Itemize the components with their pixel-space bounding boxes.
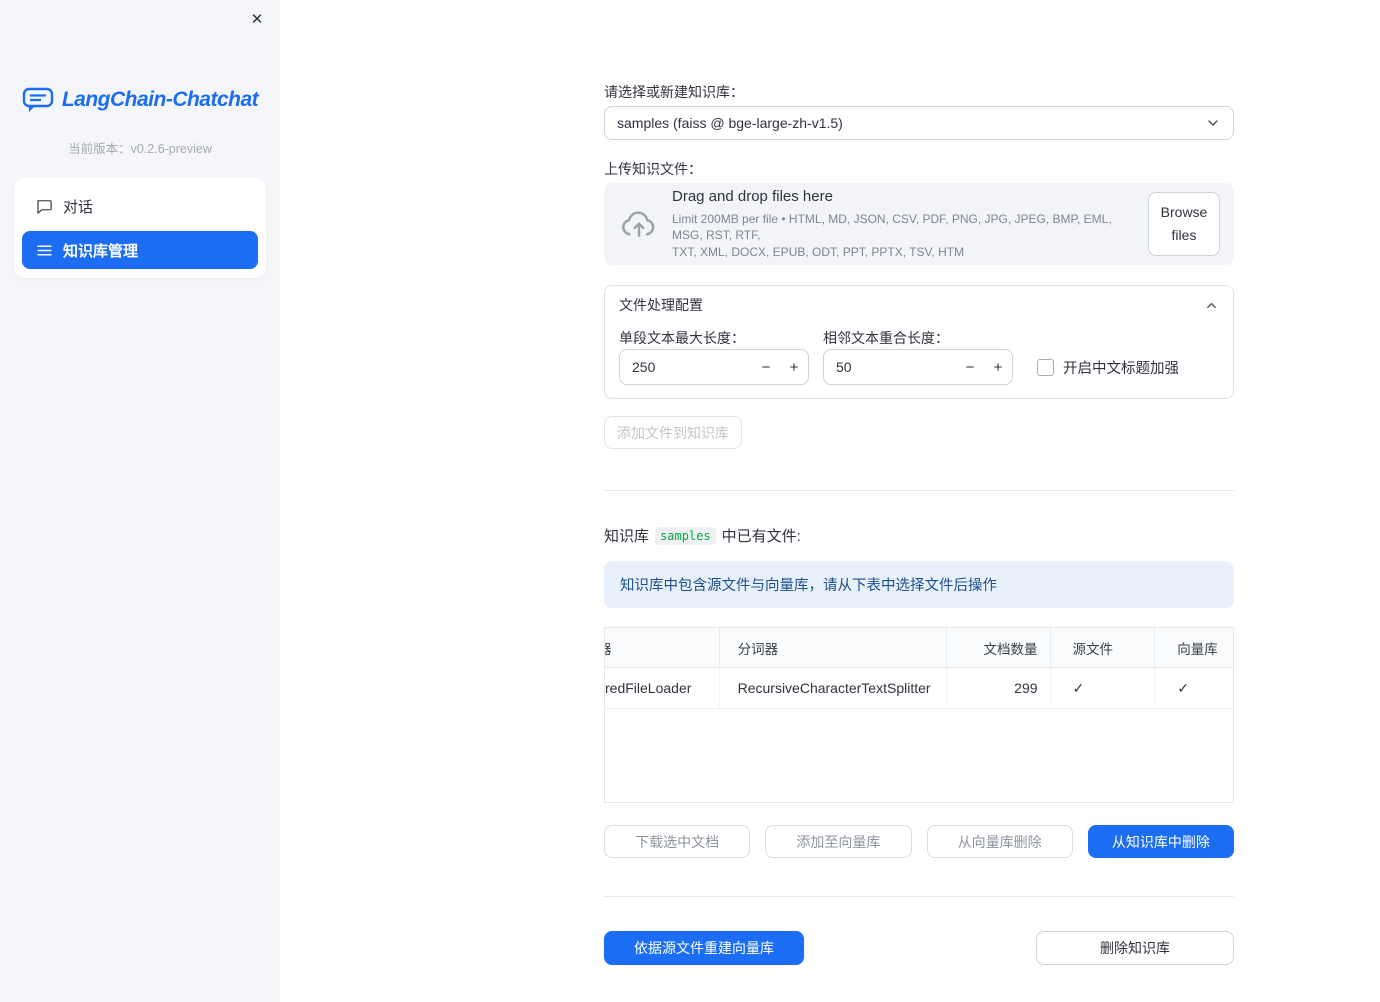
dropzone-texts: Drag and drop files here Limit 200MB per… <box>672 188 1144 260</box>
upload-label: 上传知识文件： <box>604 161 702 177</box>
add-to-vector-store-button[interactable]: 添加至向量库 <box>765 825 912 858</box>
close-icon: ✕ <box>250 11 264 28</box>
max-length-input[interactable]: 250 − + <box>619 349 809 385</box>
version-text: 当前版本：v0.2.6-preview <box>68 142 212 156</box>
cell-source-file-check: ✓ <box>1051 668 1156 708</box>
kb-management-buttons: 依据源文件重建向量库 删除知识库 <box>604 931 1234 965</box>
rebuild-vector-store-button[interactable]: 依据源文件重建向量库 <box>604 931 804 965</box>
decrement-button[interactable]: − <box>956 350 984 384</box>
list-icon <box>35 241 53 259</box>
divider <box>604 896 1234 897</box>
max-length-label: 单段文本最大长度： <box>619 330 745 346</box>
add-files-button[interactable]: 添加文件到知识库 <box>604 416 742 449</box>
main-content: 请选择或新建知识库： samples (faiss @ bge-large-zh… <box>604 0 1234 1002</box>
sidebar-item-knowledge-base[interactable]: 知识库管理 <box>22 231 258 269</box>
cell-doc-count: 299 <box>947 668 1051 708</box>
remove-from-vector-store-button[interactable]: 从向量库删除 <box>926 825 1073 858</box>
sidebar: ✕ LangChain-Chatchat 当前版本：v0.2.6-preview… <box>0 0 280 1002</box>
existing-files-line: 知识库 samples 中已有文件: <box>604 526 801 545</box>
sidebar-item-label: 对话 <box>63 198 94 216</box>
zh-title-enhance-checkbox[interactable] <box>1037 359 1054 376</box>
info-banner: 知识库中包含源文件与向量库，请从下表中选择文件后操作 <box>604 561 1234 608</box>
decrement-button[interactable]: − <box>752 350 780 384</box>
dropzone-limit-text: Limit 200MB per file • HTML, MD, JSON, C… <box>672 212 1112 259</box>
divider <box>604 490 1234 491</box>
table-header-source-file: 源文件 <box>1051 628 1156 667</box>
cell-splitter: RecursiveCharacterTextSplitter <box>720 668 947 708</box>
overlap-input[interactable]: 50 − + <box>823 349 1013 385</box>
increment-button[interactable]: + <box>984 350 1012 384</box>
file-config-expander: 文件处理配置 单段文本最大长度： 相邻文本重合长度： 250 − + 50 − … <box>604 285 1234 399</box>
file-action-buttons: 下载选中文档 添加至向量库 从向量库删除 从知识库中删除 <box>604 825 1234 858</box>
table-header-splitter: 分词器 <box>720 628 947 667</box>
table-row[interactable]: redFileLoader RecursiveCharacterTextSpli… <box>605 668 1233 709</box>
chat-bubble-icon <box>35 197 53 215</box>
browse-files-button[interactable]: Browse files <box>1148 191 1220 257</box>
sidebar-close-button[interactable]: ✕ <box>244 6 270 32</box>
table-header-loader: 器 <box>605 628 720 667</box>
logo-text: LangChain-Chatchat <box>61 88 259 111</box>
download-selected-button[interactable]: 下载选中文档 <box>604 825 751 858</box>
sidebar-item-chat[interactable]: 对话 <box>22 187 258 225</box>
zh-title-enhance-option: 开启中文标题加强 <box>1037 357 1179 378</box>
kb-select-label: 请选择或新建知识库： <box>604 84 744 100</box>
files-table: 器 分词器 文档数量 源文件 向量库 redFileLoader Recursi… <box>604 627 1234 803</box>
sidebar-menu: 对话 知识库管理 <box>14 178 266 278</box>
max-length-value[interactable]: 250 <box>620 359 752 375</box>
expander-header[interactable]: 文件处理配置 <box>605 286 1233 324</box>
zh-title-enhance-label: 开启中文标题加强 <box>1063 361 1179 377</box>
dropzone-title: Drag and drop files here <box>672 188 833 206</box>
app-logo: LangChain-Chatchat <box>0 86 280 114</box>
increment-button[interactable]: + <box>780 350 808 384</box>
delete-from-kb-button[interactable]: 从知识库中删除 <box>1087 825 1234 858</box>
chevron-up-icon <box>1204 298 1219 313</box>
overlap-label: 相邻文本重合长度： <box>823 330 949 346</box>
kb-select[interactable]: samples (faiss @ bge-large-zh-v1.5) <box>604 106 1234 140</box>
cloud-upload-icon <box>620 209 658 239</box>
table-header-vector-store: 向量库 <box>1177 641 1218 657</box>
expander-title: 文件处理配置 <box>619 297 703 313</box>
table-header-row: 器 分词器 文档数量 源文件 向量库 <box>605 628 1233 668</box>
kb-name-code: samples <box>655 526 716 545</box>
overlap-value[interactable]: 50 <box>824 359 956 375</box>
delete-kb-button[interactable]: 删除知识库 <box>1036 931 1234 965</box>
kb-select-value: samples (faiss @ bge-large-zh-v1.5) <box>617 115 843 131</box>
file-dropzone[interactable]: Drag and drop files here Limit 200MB per… <box>604 183 1234 265</box>
cell-vector-store-check: ✓ <box>1177 679 1189 696</box>
table-header-doc-count: 文档数量 <box>947 628 1051 667</box>
logo-chat-icon <box>22 86 54 114</box>
cell-loader: redFileLoader <box>605 668 720 708</box>
sidebar-item-label: 知识库管理 <box>63 242 139 260</box>
chevron-down-icon <box>1205 115 1221 131</box>
